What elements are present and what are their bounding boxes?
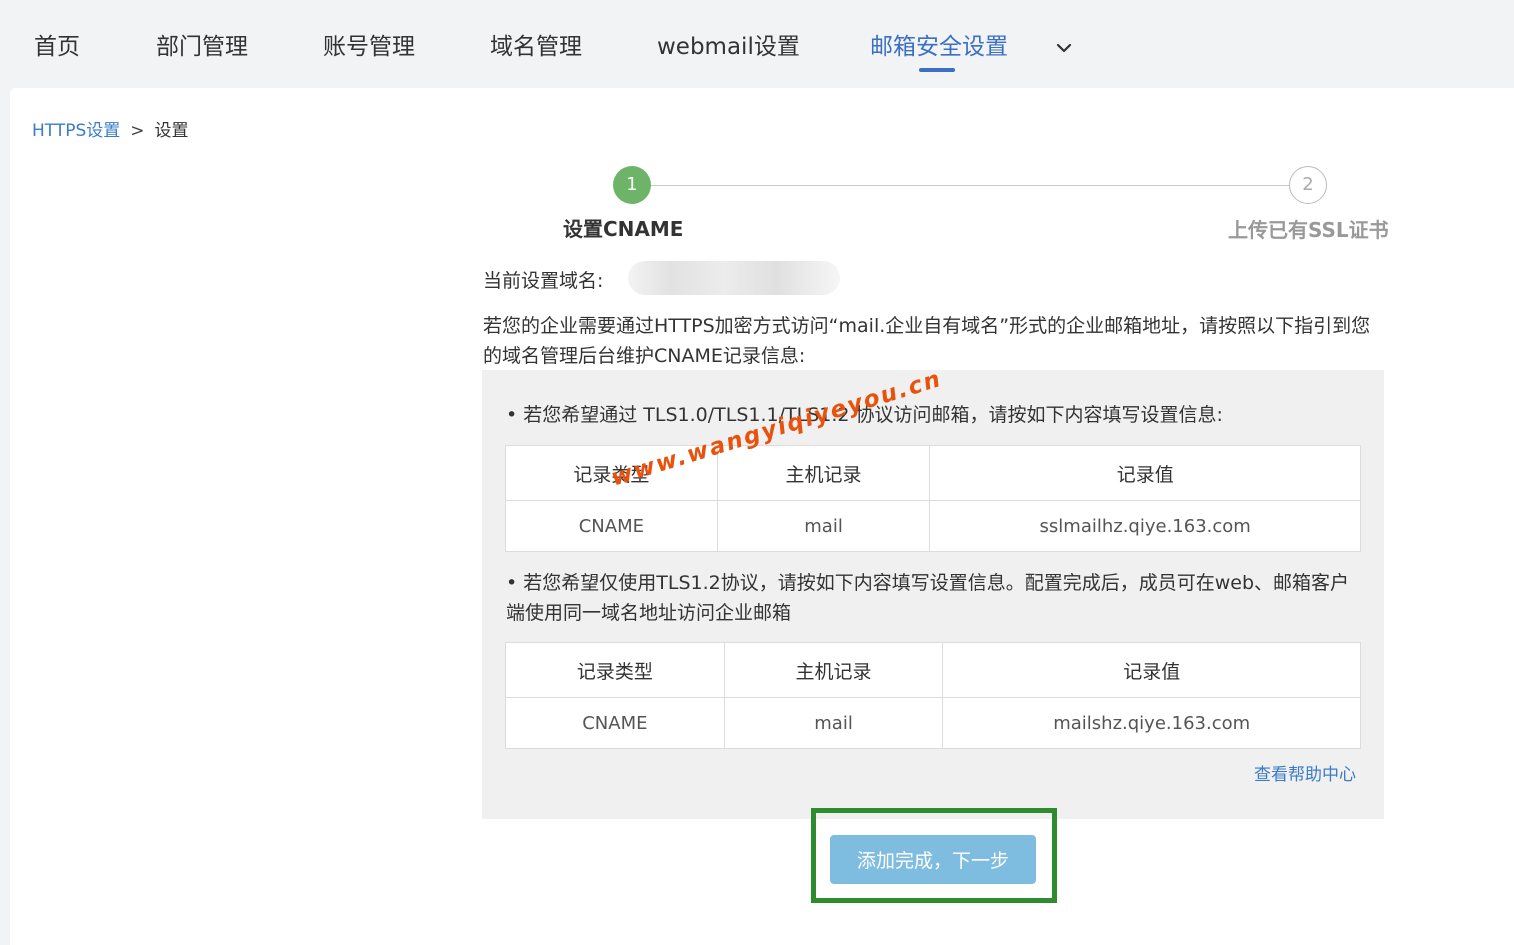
- nav-item-account[interactable]: 账号管理: [323, 30, 415, 64]
- cell-host: mail: [723, 697, 944, 749]
- nav-item-home[interactable]: 首页: [34, 30, 80, 64]
- next-step-button[interactable]: 添加完成，下一步: [830, 835, 1036, 884]
- column-header-value: 记录值: [929, 445, 1361, 501]
- breadcrumb-current: 设置: [154, 121, 189, 141]
- table-row: CNAME mail mailshz.qiye.163.com: [505, 697, 1361, 749]
- nav-item-domain[interactable]: 域名管理: [490, 30, 582, 64]
- section-2-text: • 若您希望仅使用TLS1.2协议，请按如下内容填写设置信息。配置完成后，成员可…: [506, 572, 1350, 624]
- column-header-value: 记录值: [942, 642, 1361, 698]
- column-header-host: 主机记录: [723, 642, 944, 698]
- top-navigation: 首页 部门管理 账号管理 域名管理 webmail设置 邮箱安全设置: [0, 0, 1514, 88]
- intro-text: 若您的企业需要通过HTTPS加密方式访问“mail.企业自有域名”形式的企业邮箱…: [483, 315, 1371, 367]
- cell-record-type: CNAME: [505, 697, 725, 749]
- chevron-down-icon[interactable]: [1052, 36, 1076, 60]
- nav-item-webmail[interactable]: webmail设置: [657, 30, 800, 64]
- cell-value: sslmailhz.qiye.163.com: [929, 500, 1361, 552]
- stepper-line: [651, 185, 1291, 186]
- table-row: CNAME mail sslmailhz.qiye.163.com: [505, 500, 1361, 552]
- nav-item-mail-security[interactable]: 邮箱安全设置: [870, 30, 1008, 64]
- column-header-record-type: 记录类型: [505, 642, 725, 698]
- step-2-circle: 2: [1289, 166, 1327, 204]
- step-1-label: 设置CNAME: [563, 217, 684, 241]
- section-1-text: • 若您希望通过 TLS1.0/TLS1.1/TLS1.2 协议访问邮箱，请按如…: [506, 404, 1223, 426]
- active-tab-indicator: [919, 68, 955, 72]
- table-header-row: 记录类型 主机记录 记录值: [505, 642, 1361, 698]
- breadcrumb-separator: >: [130, 121, 145, 141]
- cell-value: mailshz.qiye.163.com: [942, 697, 1361, 749]
- cell-host: mail: [716, 500, 931, 552]
- cname-table-tls12: 记录类型 主机记录 记录值 CNAME mail mailshz.qiye.16…: [505, 642, 1361, 749]
- step-1-circle: 1: [613, 166, 651, 204]
- current-domain-label: 当前设置域名:: [483, 270, 604, 292]
- cell-record-type: CNAME: [505, 500, 718, 552]
- nav-item-department[interactable]: 部门管理: [156, 30, 248, 64]
- help-center-link[interactable]: 查看帮助中心: [1254, 763, 1356, 787]
- breadcrumb: HTTPS设置 > 设置: [32, 119, 189, 143]
- redacted-domain: [628, 261, 840, 295]
- step-2-label: 上传已有SSL证书: [1228, 218, 1389, 242]
- breadcrumb-link-https[interactable]: HTTPS设置: [32, 121, 120, 141]
- column-header-host: 主机记录: [716, 445, 931, 501]
